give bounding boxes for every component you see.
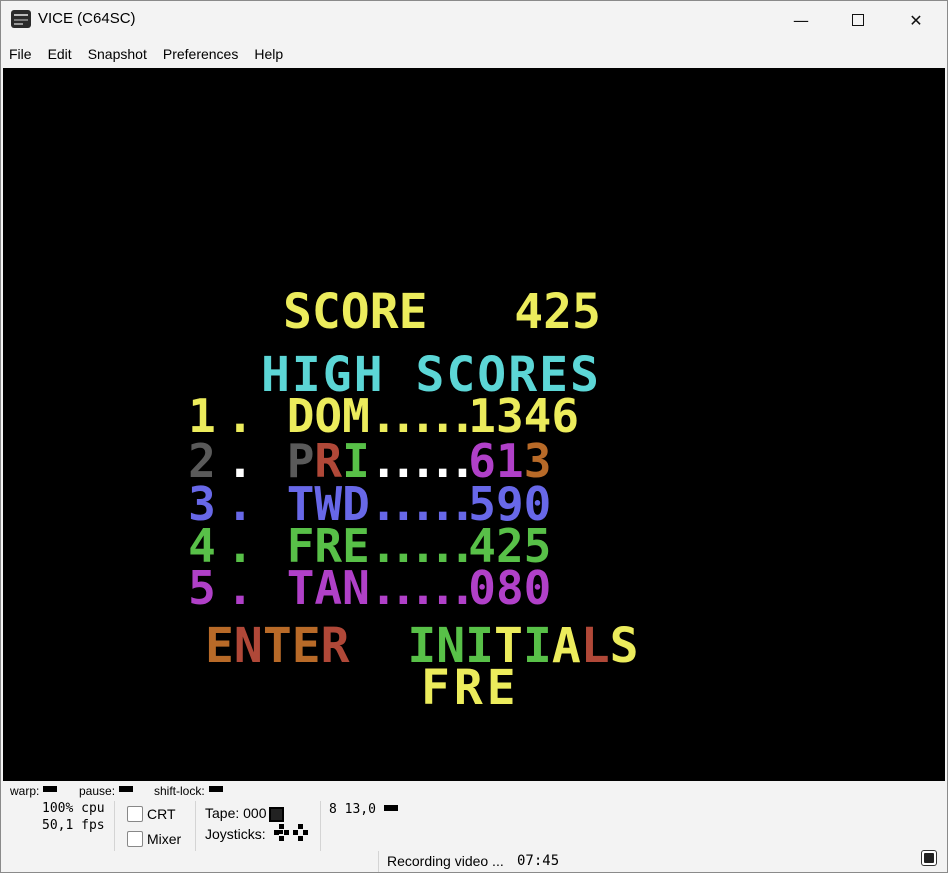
joystick-port-icons bbox=[272, 824, 312, 842]
emulator-screen[interactable]: SCORE 425 HIGH SCORES 1. DOM.....1346 2.… bbox=[3, 68, 945, 781]
vice-window: VICE (C64SC) — ✕ File Edit Snapshot Pref… bbox=[0, 0, 948, 873]
recording-status: Recording video ... bbox=[387, 853, 504, 869]
warp-led bbox=[43, 785, 58, 792]
menu-edit[interactable]: Edit bbox=[40, 42, 80, 66]
entry-rank: 5 bbox=[188, 561, 216, 615]
shiftlock-led bbox=[208, 785, 223, 792]
stop-recording-button[interactable] bbox=[921, 850, 937, 866]
tape-control-icon[interactable] bbox=[268, 806, 284, 822]
drive-info: 8 13,0 bbox=[329, 802, 376, 817]
menu-bar: File Edit Snapshot Preferences Help bbox=[1, 42, 947, 66]
fps-display: 50,1 fps bbox=[42, 818, 105, 833]
pause-led bbox=[119, 785, 134, 792]
tape-label: Tape: bbox=[205, 805, 240, 821]
current-initials: FRE bbox=[421, 660, 520, 716]
enter-label: ENTER bbox=[205, 618, 350, 674]
cpu-usage: 100% cpu bbox=[42, 801, 105, 816]
menu-file[interactable]: File bbox=[1, 42, 40, 66]
score-line: SCORE 425 bbox=[283, 284, 601, 340]
crt-label: CRT bbox=[147, 806, 176, 822]
warp-indicator: warp: bbox=[10, 784, 58, 798]
shiftlock-indicator: shift-lock: bbox=[154, 784, 223, 798]
score-label: SCORE bbox=[283, 284, 428, 340]
drive-led bbox=[383, 804, 398, 811]
close-button[interactable]: ✕ bbox=[893, 1, 939, 39]
status-bar: warp: pause: shift-lock: 100% cpu 50,1 f… bbox=[1, 781, 947, 872]
title-bar: VICE (C64SC) — ✕ bbox=[1, 1, 947, 39]
minimize-button[interactable]: — bbox=[778, 1, 824, 39]
entry-name: TAN bbox=[286, 561, 370, 615]
crt-checkbox[interactable] bbox=[127, 806, 143, 822]
drive-status: 8 13,0 bbox=[329, 802, 398, 817]
score-value: 425 bbox=[514, 284, 601, 340]
menu-snapshot[interactable]: Snapshot bbox=[80, 42, 155, 66]
joysticks-label: Joysticks: bbox=[205, 826, 266, 842]
maximize-icon bbox=[852, 14, 864, 26]
vice-app-icon bbox=[11, 10, 31, 28]
high-score-entry: 5. TAN.....080 bbox=[183, 561, 551, 615]
warp-label: warp: bbox=[10, 784, 40, 798]
tape-status: Tape: 000 bbox=[205, 805, 284, 822]
maximize-button[interactable] bbox=[835, 1, 881, 39]
entry-dots: ..... bbox=[369, 561, 477, 615]
pause-indicator: pause: bbox=[79, 784, 134, 798]
mixer-checkbox[interactable] bbox=[127, 831, 143, 847]
window-title: VICE (C64SC) bbox=[38, 10, 136, 27]
menu-help[interactable]: Help bbox=[246, 42, 291, 66]
shiftlock-label: shift-lock: bbox=[154, 784, 205, 798]
menu-preferences[interactable]: Preferences bbox=[155, 42, 246, 66]
mixer-label: Mixer bbox=[147, 831, 182, 847]
recording-time: 07:45 bbox=[517, 853, 560, 869]
tape-counter: 000 bbox=[243, 805, 267, 821]
pause-label: pause: bbox=[79, 784, 116, 798]
entry-score: 080 bbox=[468, 561, 552, 615]
